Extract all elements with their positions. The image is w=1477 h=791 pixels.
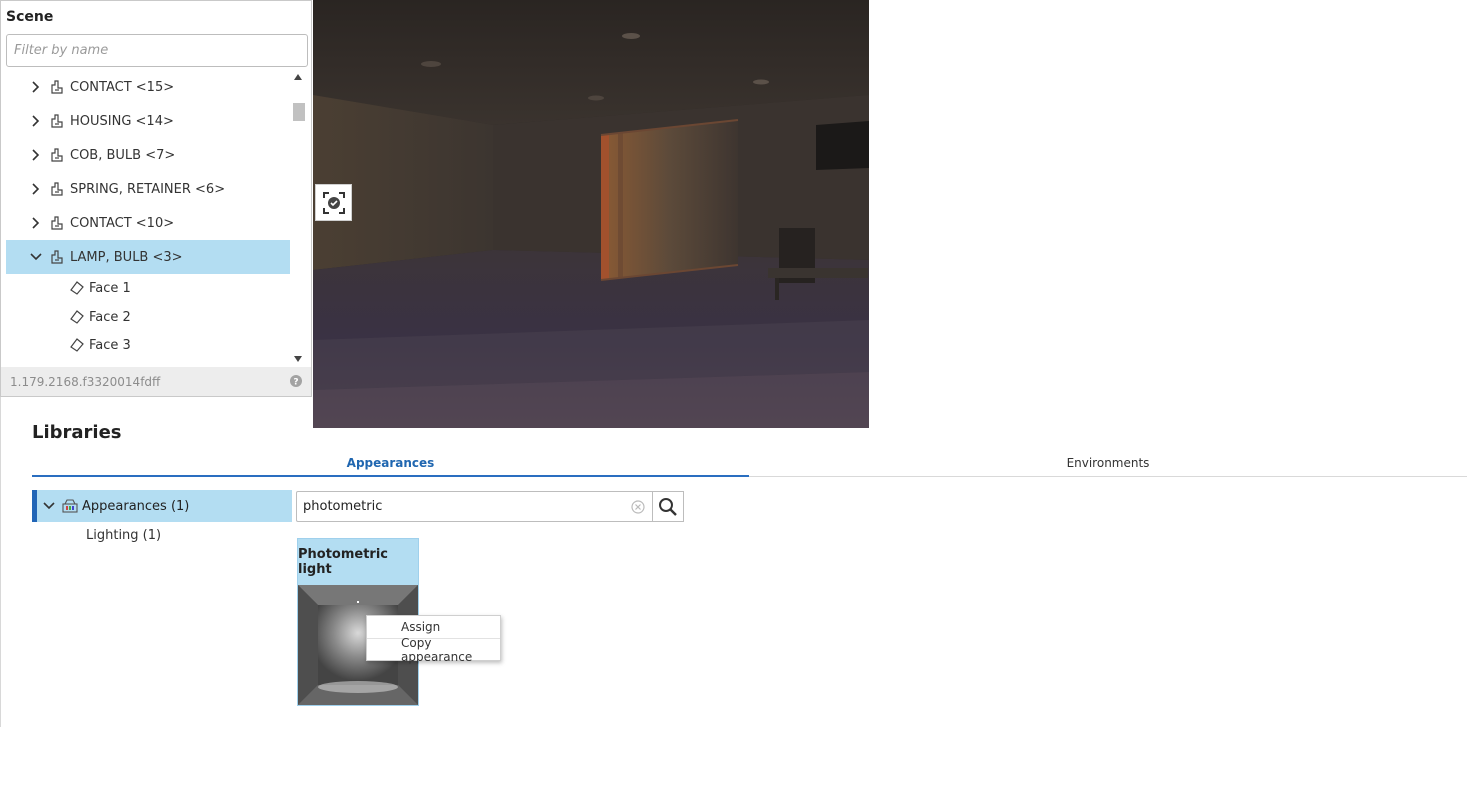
search-icon <box>659 497 677 516</box>
tree-item-cob-bulb-7[interactable]: COB, BULB <7> <box>6 138 290 172</box>
face-icon <box>69 280 85 296</box>
library-search-box <box>296 491 653 522</box>
appearance-card-title: Photometric light <box>298 539 418 585</box>
library-icon <box>62 499 78 513</box>
face-label: Face 2 <box>89 309 131 325</box>
tree-item-label: LAMP, BULB <3> <box>70 249 183 265</box>
menu-item-assign[interactable]: Assign <box>367 616 500 638</box>
part-icon <box>49 147 65 163</box>
library-search-input[interactable] <box>297 492 629 521</box>
tree-item-label: HOUSING <14> <box>70 113 174 129</box>
face-icon <box>69 337 85 353</box>
tree-item-face-1[interactable]: Face 1 <box>6 274 290 302</box>
scroll-up-arrow-icon[interactable] <box>294 74 302 80</box>
render-view-icon <box>322 191 345 214</box>
face-label: Face 3 <box>89 337 131 353</box>
libraries-title: Libraries <box>32 422 122 443</box>
tree-item-housing-14[interactable]: HOUSING <14> <box>6 104 290 138</box>
chevron-right-icon[interactable] <box>29 148 43 162</box>
tree-item-spring-retainer-6[interactable]: SPRING, RETAINER <6> <box>6 172 290 206</box>
face-label: Face 1 <box>89 280 131 296</box>
version-text: 1.179.2168.f3320014fdff <box>10 374 161 389</box>
tree-item-label: COB, BULB <7> <box>70 147 176 163</box>
scroll-down-arrow-icon[interactable] <box>294 356 302 362</box>
libraries-panel <box>0 397 1477 727</box>
chevron-down-icon[interactable] <box>43 500 55 512</box>
tree-item-label: CONTACT <10> <box>70 215 175 231</box>
library-search-button[interactable] <box>653 491 684 522</box>
render-view-toggle-button[interactable] <box>315 184 352 221</box>
part-icon <box>49 113 65 129</box>
tree-item-label: CONTACT <15> <box>70 79 175 95</box>
library-tree-label: Appearances (1) <box>82 498 190 514</box>
tree-item-face-2[interactable]: Face 2 <box>6 303 290 331</box>
scene-filter-input[interactable] <box>6 34 308 67</box>
scene-title: Scene <box>6 9 54 25</box>
scene-panel: Scene CONTACT <15> HOUSING <14> <box>0 0 312 397</box>
clear-icon[interactable] <box>631 499 645 514</box>
face-icon <box>69 309 85 325</box>
part-icon <box>49 79 65 95</box>
tree-item-label: SPRING, RETAINER <6> <box>70 181 226 197</box>
render-viewport[interactable] <box>313 0 869 428</box>
tree-item-face-3[interactable]: Face 3 <box>6 331 290 359</box>
part-icon <box>49 215 65 231</box>
scroll-thumb[interactable] <box>293 103 305 121</box>
context-menu: Assign Copy appearance <box>366 615 501 664</box>
scene-tree: CONTACT <15> HOUSING <14> COB, BULB <7> <box>6 70 290 366</box>
library-tree-appearances[interactable]: Appearances (1) <box>32 490 292 522</box>
part-icon <box>49 181 65 197</box>
svg-text:?: ? <box>293 378 298 388</box>
chevron-right-icon[interactable] <box>29 80 43 94</box>
tree-item-lamp-bulb-3[interactable]: LAMP, BULB <3> <box>6 240 290 274</box>
part-icon <box>49 249 65 265</box>
tab-appearances[interactable]: Appearances <box>32 450 749 477</box>
chevron-right-icon[interactable] <box>29 114 43 128</box>
render-scene-image <box>313 0 869 428</box>
menu-item-copy-appearance[interactable]: Copy appearance <box>367 636 500 664</box>
help-icon[interactable]: ? <box>290 375 302 388</box>
chevron-right-icon[interactable] <box>29 216 43 230</box>
scene-scrollbar[interactable] <box>291 70 307 366</box>
chevron-right-icon[interactable] <box>29 182 43 196</box>
tree-item-contact-10[interactable]: CONTACT <10> <box>6 206 290 240</box>
tree-item-contact-15[interactable]: CONTACT <15> <box>6 70 290 104</box>
libraries-tabs: Appearances Environments <box>32 450 1467 477</box>
status-bar: 1.179.2168.f3320014fdff ? <box>1 367 311 396</box>
tab-environments[interactable]: Environments <box>749 450 1467 475</box>
library-tree-lighting[interactable]: Lighting (1) <box>86 528 161 543</box>
chevron-down-icon[interactable] <box>29 250 43 264</box>
